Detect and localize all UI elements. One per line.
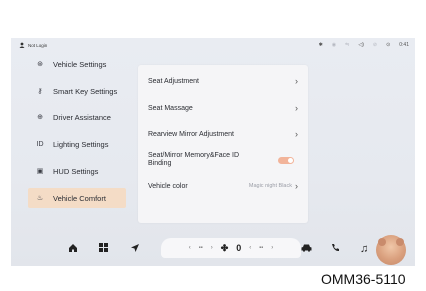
home-icon[interactable] [68,243,78,256]
key-icon: ⚷ [37,88,43,95]
bottom-dock: ‹ -- › ✤ 0 ‹ -- › ♫ [11,235,415,266]
row-label: Seat/Mirror Memory&Face ID Binding [148,152,240,167]
fan-level: 0 [236,243,242,253]
sidebar-item-label: Vehicle Comfort [53,193,106,203]
sidebar-item-smart-key[interactable]: ⚷ Smart Key Settings [28,81,126,101]
sidebar-item-label: Smart Key Settings [53,86,118,96]
seat-adjustment-row[interactable]: Seat Adjustment › [148,73,298,89]
voice-assistant-avatar[interactable] [376,235,406,265]
climate-control-bar: ‹ -- › ✤ 0 ‹ -- › [161,238,301,258]
car-settings-icon: ⊛ [37,61,43,68]
temp-left-value: -- [198,245,203,251]
avatar-ear [396,238,404,246]
music-icon[interactable]: ♫ [360,243,368,255]
status-bar: Not Login ✱ ◉ ⇋ ◁) ⊘ ⊙ 0:41 [11,38,415,54]
fan-icon[interactable]: ✤ [221,243,229,254]
figure-code: OMM36-5110 [321,271,406,287]
network-icon: ⇋ [345,42,350,48]
sidebar-item-label: Lighting Settings [53,139,109,149]
apps-grid-icon[interactable] [99,243,108,255]
row-label: Rearview Mirror Adjustment [148,130,234,138]
sidebar-item-vehicle-comfort[interactable]: ♨ Vehicle Comfort [28,188,126,208]
hotspot-icon: ⊙ [386,42,391,48]
rearview-mirror-row[interactable]: Rearview Mirror Adjustment › [148,126,298,142]
clock: 0:41 [399,42,409,48]
car-icon[interactable] [301,243,312,255]
sidebar-item-vehicle-settings[interactable]: ⊛ Vehicle Settings [28,54,126,74]
row-label: Vehicle color [148,182,188,190]
temp-right-increase-icon[interactable]: › [271,245,273,251]
light-icon: ID [36,140,44,148]
seat-massage-row[interactable]: Seat Massage › [148,100,298,116]
sidebar-item-hud[interactable]: ▣ HUD Settings [28,161,126,181]
phone-icon[interactable] [331,243,340,255]
row-label: Seat Massage [148,104,193,112]
sidebar-item-driver-assistance[interactable]: ⊕ Driver Assistance [28,107,126,127]
vehicle-color-value: Magic night Black [248,183,292,189]
head-unit-screen: Not Login ✱ ◉ ⇋ ◁) ⊘ ⊙ 0:41 ⊛ Vehicle Se… [11,38,415,266]
navigation-icon[interactable] [130,243,140,256]
avatar-ear [378,238,386,246]
comfort-settings-panel: Seat Adjustment › Seat Massage › Rearvie… [138,65,308,223]
chevron-right-icon: › [295,129,298,139]
bluetooth-icon: ✱ [318,42,323,48]
temp-left-increase-icon[interactable]: › [211,245,213,251]
temp-right-value: -- [259,245,264,251]
chevron-right-icon: › [295,103,298,113]
volume-icon: ◁) [358,42,364,48]
steering-icon: ⊕ [37,114,43,121]
hud-icon: ▣ [36,168,44,175]
user-icon [19,42,25,49]
comfort-icon: ♨ [36,195,44,202]
sidebar-item-label: Vehicle Settings [53,59,107,69]
toggle-knob [288,157,293,163]
row-label: Seat Adjustment [148,77,199,85]
temp-left-decrease-icon[interactable]: ‹ [189,245,191,251]
memory-binding-toggle[interactable] [278,156,294,164]
memory-face-id-row: Seat/Mirror Memory&Face ID Binding [148,149,298,171]
wifi-off-icon: ⊘ [372,42,378,48]
signal-icon: ◉ [331,42,337,48]
sidebar-item-label: Driver Assistance [53,112,111,122]
temp-right-decrease-icon[interactable]: ‹ [249,245,251,251]
login-status-text: Not Login [28,43,48,48]
vehicle-color-row[interactable]: Vehicle color Magic night Black › [148,178,298,194]
chevron-right-icon: › [295,76,298,86]
account-status[interactable]: Not Login [19,42,47,49]
sidebar-item-label: HUD Settings [53,166,99,176]
chevron-right-icon: › [295,181,298,191]
sidebar-item-lighting[interactable]: ID Lighting Settings [28,134,126,154]
